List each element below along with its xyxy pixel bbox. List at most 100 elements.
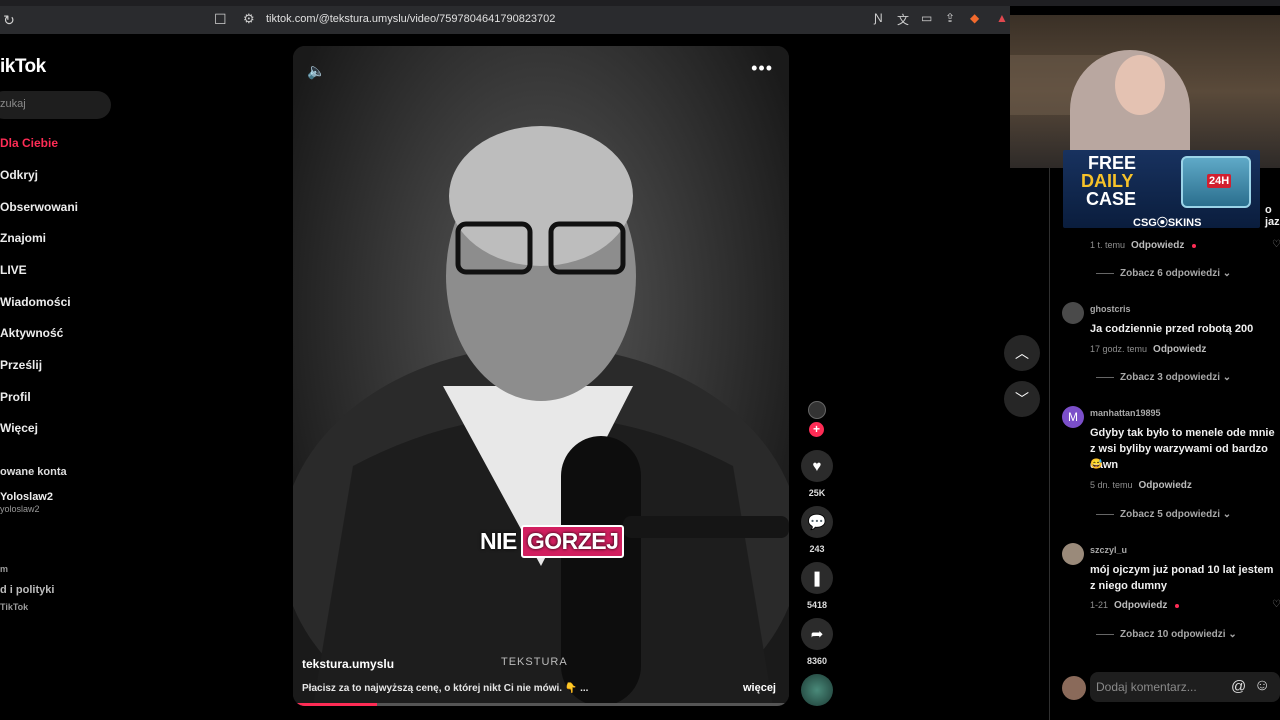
comment-text: Ja codziennie przed robotą 200 [1090, 323, 1254, 335]
reply-button[interactable]: Odpowiedz [1114, 600, 1167, 611]
video-author[interactable]: tekstura.umyslu [302, 657, 394, 671]
avatar[interactable]: M [1062, 406, 1084, 428]
my-avatar [1062, 676, 1086, 700]
comment-emoji: 😅 [1090, 459, 1103, 470]
comment-icon[interactable]: 💬 [801, 506, 833, 538]
video-progress-bar[interactable] [293, 703, 789, 706]
mention-icon[interactable]: @ [1231, 678, 1246, 695]
comment-meta: 17 godz. temu Odpowiedz [1090, 344, 1206, 355]
comment-time: 5 dn. temu [1090, 480, 1133, 490]
nav-explore[interactable]: Odkryj [0, 168, 38, 182]
followed-accounts-title: owane konta [0, 466, 67, 478]
reload-icon[interactable]: ↻ [0, 10, 18, 30]
share-count: 8360 [806, 656, 828, 666]
comment-input[interactable]: Dodaj komentarz... @ ☺ [1090, 672, 1280, 702]
view-replies-label: Zobacz 6 odpowiedzi [1120, 268, 1221, 279]
nav-following[interactable]: Obserwowani [0, 200, 78, 214]
video-description: Płacisz za to najwyższą cenę, o której n… [302, 683, 589, 694]
footer-policies-link[interactable]: d i polityki [0, 584, 54, 596]
like-count: 25K [808, 488, 826, 498]
comment-meta: 5 dn. temu Odpowiedz [1090, 480, 1192, 491]
comment-like-icon[interactable]: ♡ [1272, 239, 1280, 250]
reply-button[interactable]: Odpowiedz [1139, 480, 1192, 491]
view-replies-button[interactable]: Zobacz 10 odpowiedzi ⌄ [1096, 629, 1237, 640]
followed-account-handle: yoloslaw2 [0, 504, 40, 514]
video-progress-fill [293, 703, 378, 706]
author-avatar[interactable] [808, 401, 826, 419]
ad-line-3: CASE [1086, 189, 1137, 209]
comment-like-icon[interactable]: ♡ [1272, 599, 1280, 610]
reply-button[interactable]: Odpowiedz [1153, 344, 1206, 355]
view-replies-label: Zobacz 10 odpowiedzi [1120, 629, 1226, 640]
chevron-down-icon: ⌄ [1222, 372, 1232, 383]
browser-toolbar: ↻ ☐ ⚙ tiktok.com/@tekstura.umyslu/video/… [0, 6, 1010, 34]
reader-icon[interactable]: Ɲ [874, 11, 883, 25]
nav-for-you[interactable]: Dla Ciebie [0, 136, 58, 150]
comment-time: 17 godz. temu [1090, 344, 1148, 354]
nav-messages[interactable]: Wiadomości [0, 295, 71, 309]
brave-shield-icon[interactable]: ◆ [970, 11, 979, 25]
next-video-button[interactable]: ﹀ [1004, 381, 1040, 417]
reaction-dot-icon [1192, 243, 1197, 248]
view-replies-button[interactable]: Zobacz 5 odpowiedzi ⌄ [1096, 509, 1231, 520]
share-page-icon[interactable]: ⇪ [945, 11, 955, 25]
reply-button[interactable]: Odpowiedz [1131, 240, 1184, 251]
view-replies-label: Zobacz 3 odpowiedzi [1120, 372, 1221, 383]
previous-video-button[interactable]: ︿ [1004, 335, 1040, 371]
cast-icon[interactable]: ▭ [921, 11, 932, 25]
footer-link[interactable]: m [0, 564, 8, 574]
chevron-down-icon: ⌄ [1222, 268, 1232, 279]
avatar[interactable] [1062, 302, 1084, 324]
case-chest-icon: 24H [1181, 156, 1251, 208]
follow-plus-icon[interactable]: + [809, 422, 824, 437]
view-replies-button[interactable]: Zobacz 3 odpowiedzi ⌄ [1096, 372, 1231, 383]
video-frame [293, 46, 789, 706]
comment-input-placeholder: Dodaj komentarz... [1096, 680, 1197, 694]
nav-more[interactable]: Więcej [0, 421, 38, 435]
ad-badge: 24H [1207, 174, 1232, 188]
view-replies-button[interactable]: Zobacz 6 odpowiedzi ⌄ [1096, 268, 1231, 279]
volume-icon[interactable]: 🔈 [307, 62, 326, 80]
video-player[interactable]: 🔈 ••• NIE GORZEJ TEKSTURA tekstura.umysl… [293, 46, 789, 706]
reaction-dot-icon [1175, 603, 1180, 608]
more-description-button[interactable]: więcej [743, 682, 776, 694]
comment-username[interactable]: szczyl_u [1090, 545, 1127, 555]
video-caption-overlay: NIE GORZEJ [476, 524, 628, 558]
video-watermark: TEKSTURA [501, 656, 568, 668]
caption-word-highlight: GORZEJ [520, 524, 625, 558]
bookmark-icon[interactable]: ❚ [801, 562, 833, 594]
comment-text-fragment: o jaz [1265, 204, 1280, 228]
ad-brand: CSG⦿SKINS [1133, 217, 1202, 229]
music-disc-icon[interactable] [801, 674, 833, 706]
save-count: 5418 [806, 600, 828, 610]
followed-account-name[interactable]: Yoloslaw2 [0, 491, 53, 503]
avatar[interactable] [1062, 543, 1084, 565]
footer-copyright: TikTok [0, 602, 29, 612]
comment-username[interactable]: manhattan19895 [1090, 408, 1161, 418]
address-bar[interactable]: tiktok.com/@tekstura.umyslu/video/759780… [266, 13, 555, 25]
webcam-face [1115, 55, 1165, 115]
tiktok-logo[interactable]: ikTok [0, 56, 46, 78]
rewards-icon[interactable]: ▲ [996, 11, 1008, 25]
share-icon[interactable]: ➦ [801, 618, 833, 650]
sponsor-banner: FREE DAILY CASE 24H CSG⦿SKINS [1063, 150, 1260, 229]
search-input[interactable]: zukaj [0, 91, 111, 119]
nav-upload[interactable]: Prześlij [0, 358, 42, 372]
nav-friends[interactable]: Znajomi [0, 231, 46, 245]
nav-live[interactable]: LIVE [0, 263, 27, 277]
chevron-down-icon: ⌄ [1222, 509, 1232, 520]
comment-meta: 1-21 Odpowiedz [1090, 600, 1180, 611]
chevron-down-icon: ⌄ [1228, 629, 1237, 640]
chevron-down-icon: ﹀ [1015, 391, 1029, 407]
emoji-icon[interactable]: ☺ [1254, 677, 1270, 695]
caption-word: NIE [480, 527, 517, 554]
nav-activity[interactable]: Aktywność [0, 326, 63, 340]
translate-icon[interactable]: 文 [897, 11, 909, 28]
more-options-icon[interactable]: ••• [751, 58, 773, 79]
comment-username[interactable]: ghostcris [1090, 304, 1131, 314]
bookmark-icon[interactable]: ☐ [214, 11, 227, 28]
site-settings-icon[interactable]: ⚙ [243, 11, 255, 27]
nav-profile[interactable]: Profil [0, 390, 31, 404]
heart-icon[interactable]: ♥ [801, 450, 833, 482]
comment-time: 1-21 [1090, 600, 1109, 610]
